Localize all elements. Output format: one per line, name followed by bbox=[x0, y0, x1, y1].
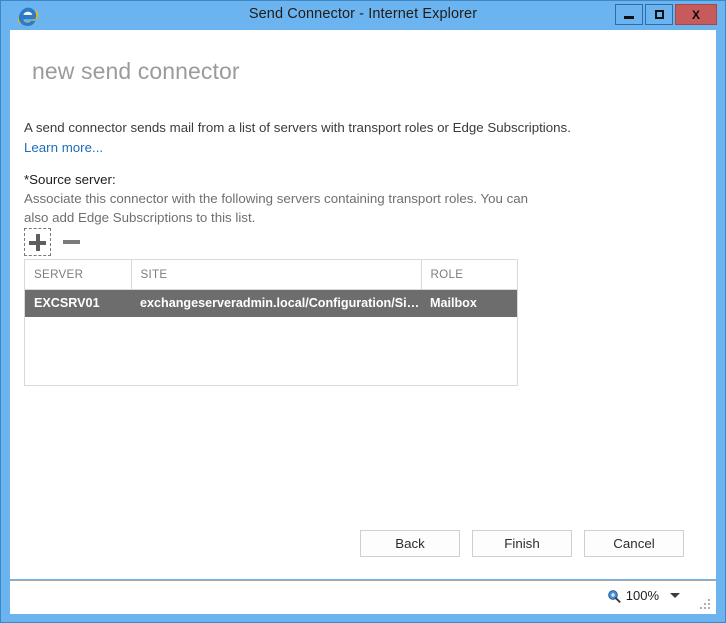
server-table: SERVER SITE ROLE EXCSRV01 exchangeserver… bbox=[25, 260, 517, 317]
source-server-list[interactable]: SERVER SITE ROLE EXCSRV01 exchangeserver… bbox=[24, 259, 518, 386]
cell-server: EXCSRV01 bbox=[25, 289, 131, 317]
cell-role: Mailbox bbox=[421, 289, 517, 317]
column-header-role[interactable]: ROLE bbox=[421, 260, 517, 290]
finish-button[interactable]: Finish bbox=[472, 530, 572, 557]
resize-grip-icon[interactable] bbox=[698, 597, 710, 609]
status-bar: 100% bbox=[10, 580, 716, 614]
maximize-button[interactable] bbox=[645, 4, 673, 25]
close-button[interactable]: X bbox=[675, 4, 717, 25]
ie-dialog-window: Send Connector - Internet Explorer X new… bbox=[0, 0, 726, 623]
column-header-server[interactable]: SERVER bbox=[25, 260, 132, 290]
zoom-magnifier-icon bbox=[607, 589, 621, 603]
remove-server-button[interactable] bbox=[58, 228, 85, 256]
plus-icon bbox=[29, 233, 46, 251]
minimize-icon bbox=[624, 16, 634, 19]
back-button[interactable]: Back bbox=[360, 530, 460, 557]
footer-buttons: Back Finish Cancel bbox=[360, 530, 684, 557]
dialog-content: new send connector A send connector send… bbox=[10, 30, 716, 579]
column-header-site[interactable]: SITE bbox=[131, 260, 422, 290]
table-body: EXCSRV01 exchangeserveradmin.local/Confi… bbox=[25, 289, 517, 317]
title-bar: Send Connector - Internet Explorer X bbox=[1, 1, 725, 30]
cell-site: exchangeserveradmin.local/Configuration/… bbox=[131, 289, 421, 317]
cancel-button[interactable]: Cancel bbox=[584, 530, 684, 557]
intro-block: A send connector sends mail from a list … bbox=[24, 118, 664, 157]
table-header-row: SERVER SITE ROLE bbox=[25, 260, 517, 290]
window-controls: X bbox=[615, 4, 717, 25]
learn-more-link[interactable]: Learn more... bbox=[24, 138, 664, 157]
intro-text: A send connector sends mail from a list … bbox=[24, 120, 571, 135]
table-row[interactable]: EXCSRV01 exchangeserveradmin.local/Confi… bbox=[25, 289, 517, 317]
table-header: SERVER SITE ROLE bbox=[25, 260, 517, 290]
zoom-level-label: 100% bbox=[625, 588, 659, 603]
page-title: new send connector bbox=[32, 58, 240, 84]
source-server-description: Associate this connector with the follow… bbox=[24, 191, 529, 225]
source-server-label: *Source server: bbox=[24, 172, 116, 187]
maximize-icon bbox=[654, 10, 664, 19]
minimize-button[interactable] bbox=[615, 4, 643, 25]
list-toolbar bbox=[24, 227, 85, 257]
add-server-button[interactable] bbox=[24, 228, 51, 256]
chevron-down-icon[interactable] bbox=[670, 593, 680, 598]
minus-icon bbox=[63, 240, 80, 244]
zoom-control[interactable]: 100% bbox=[607, 588, 680, 603]
